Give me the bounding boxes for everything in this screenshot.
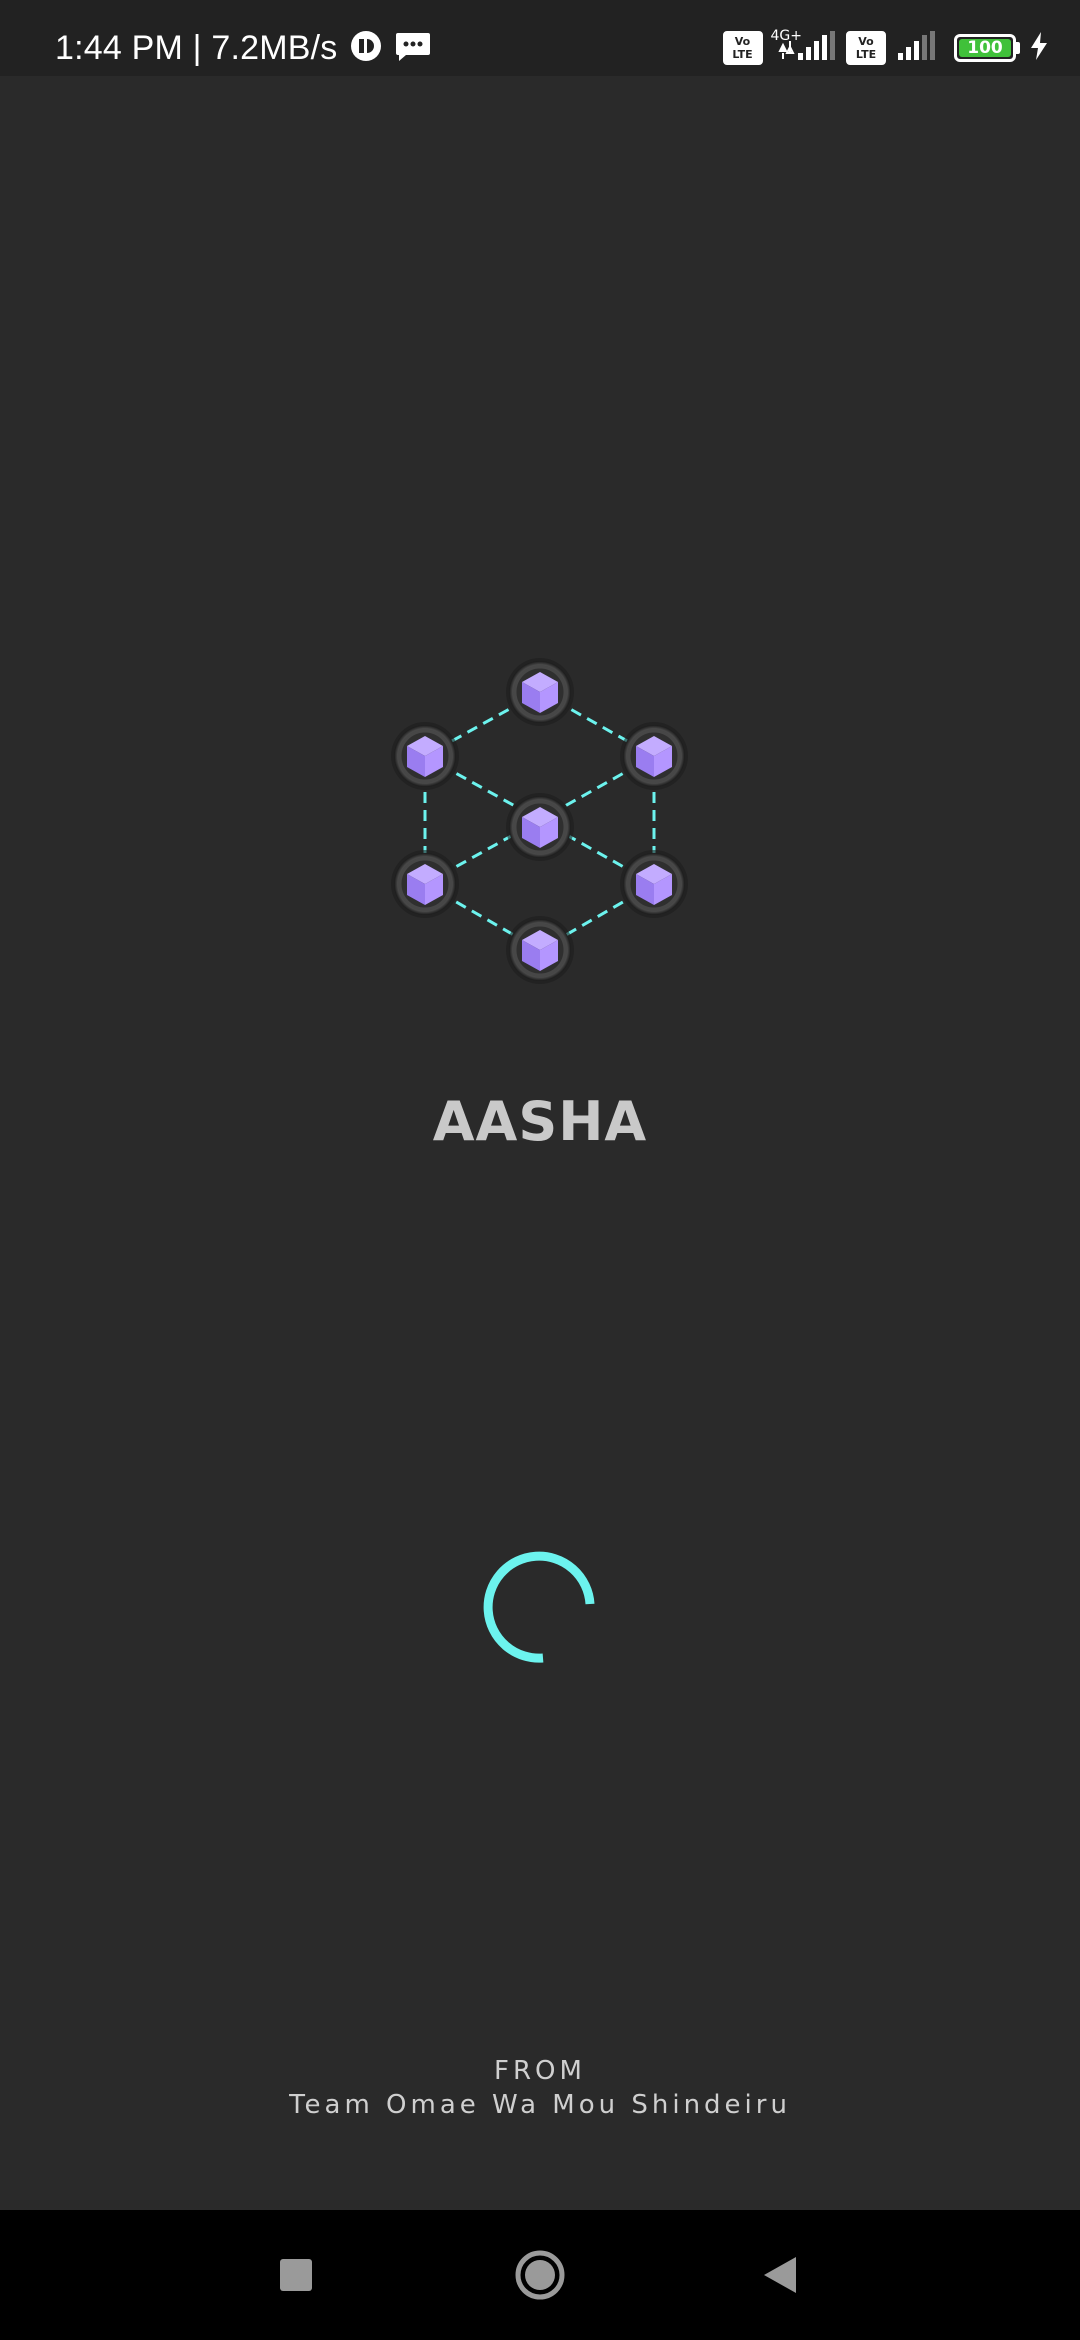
volte-icon: Vo LTE <box>722 31 763 65</box>
network-cube-logo-icon <box>380 650 700 990</box>
vpn-icon <box>349 29 383 68</box>
battery-nub <box>1016 42 1020 54</box>
status-bar-left: 1:44 PM | 7.2MB/s <box>55 0 431 96</box>
triangle-back-icon <box>764 2257 796 2293</box>
back-button[interactable] <box>720 2210 840 2340</box>
from-label: FROM <box>494 2056 586 2086</box>
team-name: Team Omae Wa Mou Shindeiru <box>289 2090 791 2120</box>
navigation-bar <box>0 2210 1080 2340</box>
volte-label-bottom: LTE <box>732 48 753 61</box>
status-bar-right: Vo LTE 4G+ Vo LTE 100 <box>722 0 1051 96</box>
status-bar: 1:44 PM | 7.2MB/s Vo LTE 4G+ Vo LTE 100 <box>0 0 1080 76</box>
square-icon <box>280 2259 312 2291</box>
network-type-label: 4G+ <box>770 28 803 44</box>
home-button[interactable] <box>480 2210 600 2340</box>
battery-level: 100 <box>967 38 1003 58</box>
circle-icon <box>515 2250 565 2300</box>
message-icon <box>395 29 431 68</box>
recent-apps-button[interactable] <box>236 2210 356 2340</box>
loading-spinner-icon <box>483 1551 597 1665</box>
battery-icon: 100 <box>954 34 1016 62</box>
volte-label-top: Vo <box>734 35 751 48</box>
volte-label-bottom-2: LTE <box>855 48 877 61</box>
volte-label-top-2: Vo <box>858 35 874 48</box>
signal-icon-2 <box>894 29 946 68</box>
volte-icon-2: Vo LTE <box>846 31 886 65</box>
status-time: 1:44 PM | 7.2MB/s <box>55 28 338 67</box>
charging-icon <box>1028 31 1050 66</box>
app-name: AASHA <box>432 1090 648 1153</box>
